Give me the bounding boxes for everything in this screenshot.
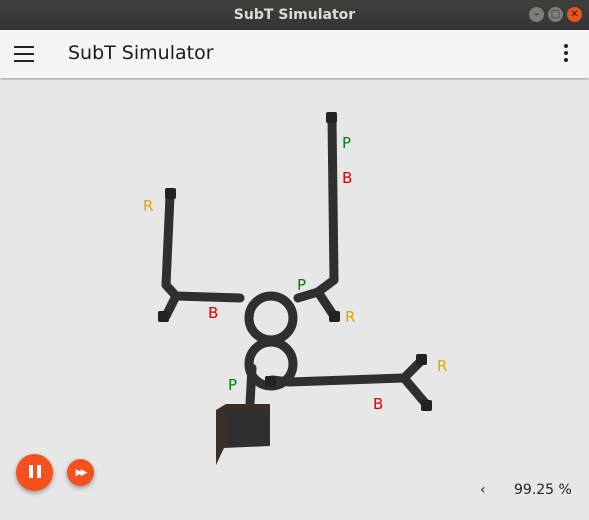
window-titlebar: SubT Simulator – □ ✕ (0, 0, 589, 30)
window-title: SubT Simulator (233, 7, 356, 23)
hamburger-menu-icon[interactable] (14, 46, 34, 62)
staging-box (216, 404, 270, 465)
tunnel-scene[interactable]: P B R P B R P R B (0, 80, 589, 520)
window-controls: – □ ✕ (529, 7, 582, 22)
marker-r-1: R (143, 197, 153, 215)
real-time-factor: 99.25 % (514, 482, 572, 498)
fast-forward-button[interactable]: ▶▶ (67, 459, 94, 486)
maximize-button[interactable]: □ (548, 7, 563, 22)
pause-icon (27, 463, 43, 482)
marker-p-3: P (228, 376, 237, 394)
more-vert-icon[interactable] (563, 44, 569, 64)
fast-forward-icon: ▶▶ (75, 467, 88, 478)
pause-button[interactable] (16, 454, 53, 491)
marker-b-2: B (208, 304, 218, 322)
marker-r-3: R (437, 357, 447, 375)
chevron-left-icon[interactable]: ‹ (480, 482, 486, 498)
app-title: SubT Simulator (68, 42, 214, 64)
scene-viewport[interactable]: P B R P B R P R B (0, 80, 589, 520)
app-toolbar: SubT Simulator (0, 30, 589, 78)
marker-p-1: P (342, 134, 351, 152)
close-button[interactable]: ✕ (567, 7, 582, 22)
marker-b-3: B (373, 395, 383, 413)
marker-p-2: P (297, 276, 306, 294)
marker-r-2: R (345, 308, 355, 326)
minimize-button[interactable]: – (529, 7, 544, 22)
marker-b-1: B (342, 169, 352, 187)
tunnel-network (161, 113, 431, 409)
